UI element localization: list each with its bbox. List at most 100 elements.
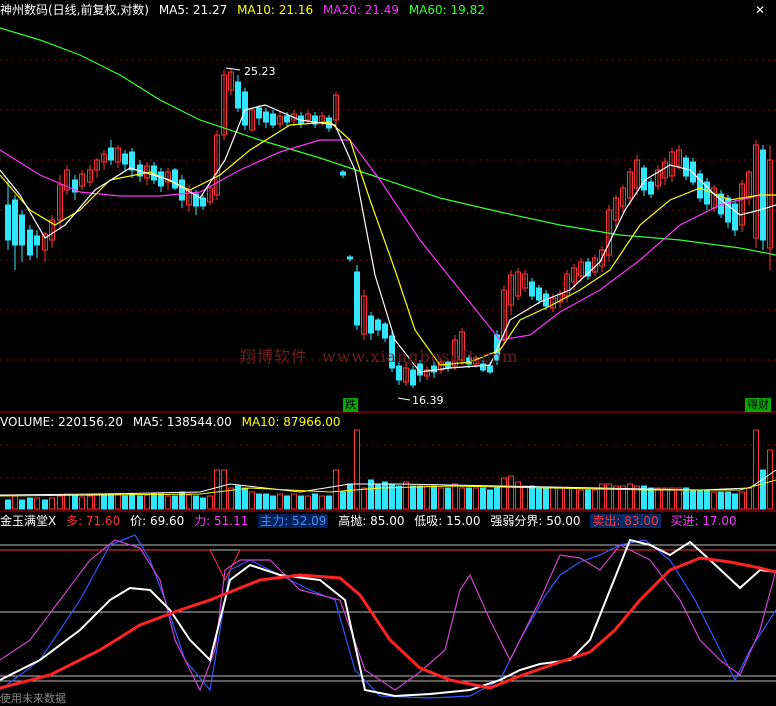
candle-down — [284, 115, 290, 123]
ma10-readout: MA10: 21.16 — [237, 3, 314, 17]
volume-bar-down — [690, 489, 696, 510]
volume-bar-up — [361, 487, 367, 510]
volume-bar-down — [543, 487, 549, 510]
volume-bar-up — [115, 493, 121, 510]
volume-readout: VOLUME: 220156.20 — [0, 415, 123, 429]
volume-bar-down — [193, 495, 199, 510]
volume-bar-up — [438, 487, 444, 510]
gaopao-readout: 高抛: 85.00 — [338, 514, 405, 528]
close-icon[interactable]: ✕ — [754, 4, 766, 16]
volume-bar-down — [760, 469, 766, 510]
candle-down — [12, 199, 18, 246]
volume-bar-down — [648, 487, 654, 510]
volume-bar-up — [459, 487, 465, 510]
volume-bar-down — [101, 494, 107, 510]
ma60-line — [0, 27, 776, 256]
price-panel-header: 神州数码(日线,前复权,对数) MA5: 21.27 MA10: 21.16 M… — [0, 2, 491, 18]
volume-bar-up — [627, 483, 633, 510]
volume-bar-up — [249, 491, 255, 510]
volume-bar-down — [284, 495, 290, 510]
volume-bar-up — [550, 487, 556, 510]
candle-down — [683, 157, 689, 177]
volume-bar-up — [319, 495, 325, 510]
candle-down — [263, 111, 269, 123]
volume-bar-up — [186, 494, 192, 510]
candle-down — [242, 91, 248, 126]
volume-bar-down — [410, 485, 416, 510]
volume-bar-up — [49, 497, 55, 510]
stock-title: 神州数码(日线,前复权,对数) — [0, 3, 149, 17]
volume-bar-down — [704, 489, 710, 510]
watermark-url: www.xiangbosoft.com — [322, 347, 519, 366]
candle-down — [382, 323, 388, 339]
volume-bar-down — [445, 487, 451, 510]
watermark-text: 翔博软件 — [240, 347, 309, 366]
volume-bar-down — [697, 489, 703, 510]
volume-bar-down — [585, 489, 591, 510]
volume-bar-down — [19, 499, 25, 510]
duo-readout: 多: 71.60 — [66, 514, 121, 528]
low-price-pointer — [397, 397, 411, 401]
volume-bar-up — [473, 487, 479, 510]
jia-readout: 价: 69.60 — [130, 514, 185, 528]
volume-bar-up — [571, 487, 577, 510]
volume-bar-down — [122, 495, 128, 510]
watermark: 翔博软件 www.xiangbosoft.com — [240, 343, 518, 367]
candle-down — [172, 169, 178, 189]
volume-bar-up — [403, 481, 409, 510]
volume-bar-down — [270, 495, 276, 510]
volume-bar-up — [64, 493, 70, 510]
candle-down — [536, 287, 542, 301]
candle-down — [200, 197, 206, 207]
duo-line — [0, 556, 776, 690]
volume-bar-up — [79, 496, 85, 510]
volume-bar-down — [718, 491, 724, 510]
volume-bar-down — [42, 499, 48, 510]
indicator-panel-header: 金玉满堂X 多: 71.60 价: 69.60 力: 51.11 主力: 52.… — [0, 513, 743, 529]
volume-bar-down — [242, 487, 248, 510]
candle-down — [368, 315, 374, 334]
volume-bar-up — [676, 487, 682, 510]
candle-down — [725, 197, 731, 223]
volume-bar-down — [536, 487, 542, 510]
volume-bar-up — [57, 495, 63, 510]
candle-down — [158, 171, 164, 187]
candle-down — [108, 147, 114, 161]
candle-down — [340, 171, 346, 176]
candle-down — [122, 153, 128, 165]
volume-bar-up — [767, 449, 773, 510]
candle-down — [648, 181, 654, 195]
zhuli-line — [0, 534, 776, 699]
candle-down — [347, 256, 353, 260]
candle-down — [129, 151, 135, 171]
volume-panel-header: VOLUME: 220156.20 MA5: 138544.00 MA10: 8… — [0, 414, 347, 430]
ma5-readout: MA5: 21.27 — [158, 3, 228, 17]
volume-bar-up — [557, 487, 563, 510]
volume-bar-down — [172, 495, 178, 510]
volume-bar-down — [137, 495, 143, 510]
zhuli-readout: 主力: 52.09 — [258, 514, 329, 528]
candle-down — [34, 235, 40, 246]
volume-bar-down — [431, 485, 437, 510]
volume-bar-down — [108, 493, 114, 510]
volume-bar-up — [746, 487, 752, 510]
volume-bar-up — [165, 495, 171, 510]
volume-bar-up — [662, 487, 668, 510]
candle-down — [235, 81, 241, 109]
volume-bar-down — [312, 493, 318, 510]
volume-bar-up — [228, 487, 234, 510]
ma20-readout: MA20: 21.49 — [322, 3, 399, 17]
high-price-label: 25.23 — [244, 65, 276, 78]
signal-tag-die: 跌 — [343, 398, 358, 412]
volume-bar-up — [578, 489, 584, 510]
vol-ma10-readout: MA10: 87966.00 — [241, 415, 341, 429]
volume-bar-down — [480, 487, 486, 510]
volume-bar-up — [34, 497, 40, 510]
volume-bar-up — [87, 495, 93, 510]
volume-bar-up — [592, 489, 598, 510]
candle-down — [732, 203, 738, 231]
footer-note: 使用未来数据 — [0, 692, 66, 705]
volume-bar-up — [277, 493, 283, 510]
volume-bar-down — [340, 491, 346, 510]
volume-bar-down — [487, 489, 493, 510]
